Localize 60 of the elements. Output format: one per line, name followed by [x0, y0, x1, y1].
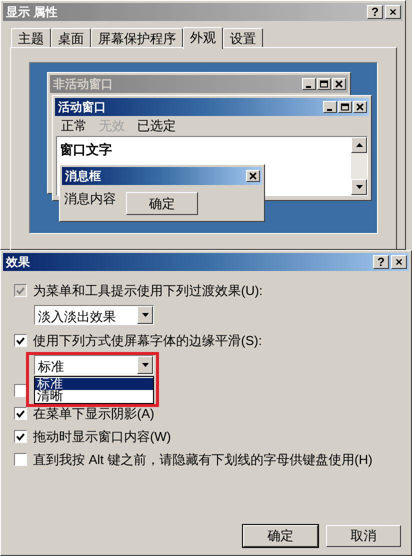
tab[interactable]: 设置	[223, 28, 263, 48]
checkbox-label: 拖动时显示窗口内容(W)	[33, 428, 171, 446]
window-title: 效果	[6, 254, 30, 271]
dropdown-value: 淡入淡出效果	[38, 308, 116, 326]
window-title: 消息框	[65, 168, 101, 185]
tab[interactable]: 外观	[183, 27, 223, 49]
tab[interactable]: 屏幕保护程序	[91, 28, 183, 48]
tab[interactable]: 主题	[11, 28, 51, 48]
close-button[interactable]	[332, 78, 346, 90]
down-arrow-icon	[356, 185, 362, 189]
window-title: 非活动窗口	[53, 76, 113, 93]
dropdown[interactable]: 标准	[34, 355, 154, 375]
checkbox-label: 直到我按 Alt 键之前，请隐藏有下划线的字母供键盘使用(H)	[33, 450, 372, 469]
menu-item[interactable]: 已选定	[137, 116, 176, 136]
tab[interactable]: 桌面	[51, 28, 91, 48]
ok-button[interactable]: 确定	[243, 525, 318, 547]
checkbox-label: 为菜单和工具提示使用下列过渡效果(U):	[33, 282, 263, 300]
list-option[interactable]: 标准	[35, 378, 153, 390]
down-arrow-icon	[142, 313, 148, 317]
help-button[interactable]: ?	[373, 255, 389, 269]
scroll-up-button[interactable]	[351, 137, 367, 153]
maximize-icon	[340, 103, 350, 111]
ok-button[interactable]: 确定	[126, 192, 198, 215]
checkbox[interactable]	[14, 453, 27, 466]
message-text: 消息内容	[64, 190, 116, 208]
down-arrow-icon	[142, 363, 148, 367]
checkbox-label: 使用下列方式使屏幕字体的边缘平滑(S):	[33, 332, 262, 350]
dropdown-arrow-button[interactable]	[137, 356, 153, 374]
close-icon	[248, 172, 258, 180]
maximize-button[interactable]	[317, 78, 331, 90]
close-icon	[334, 80, 344, 88]
window-title: 显示 属性	[6, 4, 58, 21]
checkbox[interactable]	[14, 430, 27, 443]
check-icon	[16, 410, 25, 418]
close-button[interactable]	[353, 101, 367, 113]
close-button[interactable]: ×	[391, 255, 407, 269]
window-text: 窗口文字	[60, 141, 112, 159]
close-button[interactable]	[246, 170, 260, 182]
close-icon	[355, 103, 365, 111]
check-icon	[16, 286, 25, 294]
cancel-button[interactable]: 取消	[326, 525, 401, 547]
menu-item[interactable]: 正常	[61, 116, 87, 136]
maximize-button[interactable]	[338, 101, 352, 113]
checkbox[interactable]	[14, 334, 27, 347]
dropdown-arrow-button[interactable]	[137, 306, 153, 324]
window-title: 活动窗口	[58, 99, 106, 116]
checkbox-label: 在菜单下显示阴影(A)	[33, 404, 154, 423]
check-icon	[16, 336, 25, 344]
dropdown-value: 标准	[38, 358, 64, 376]
checkbox[interactable]	[14, 384, 27, 397]
checkbox[interactable]	[14, 407, 27, 420]
check-icon	[16, 432, 25, 440]
maximize-icon	[319, 80, 329, 88]
help-button[interactable]: ?	[367, 5, 383, 19]
minimize-button[interactable]	[323, 101, 337, 113]
up-arrow-icon	[356, 143, 362, 147]
minimize-button[interactable]	[302, 78, 316, 90]
close-button[interactable]: ×	[385, 5, 401, 19]
scroll-down-button[interactable]	[351, 179, 367, 195]
list-option[interactable]: 清晰	[35, 390, 153, 402]
